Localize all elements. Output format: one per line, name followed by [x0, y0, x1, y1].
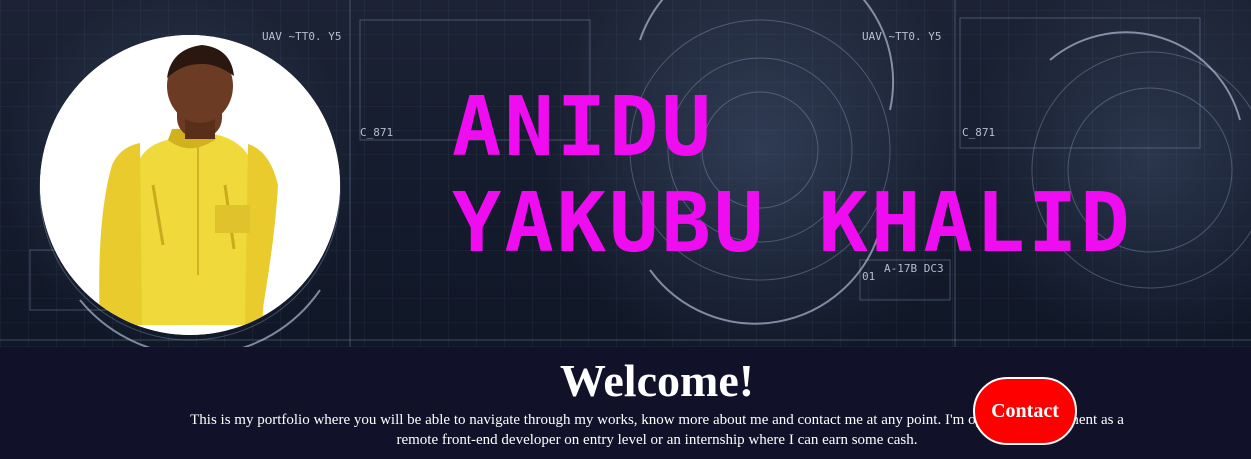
hero-banner: UAV ~TT0. Y5 C_871 A-17B DC3 01 UAV ~TT0…	[0, 0, 1251, 347]
profile-photo	[40, 35, 340, 335]
name-line-2: YAKUBU KHALID	[452, 176, 1133, 271]
hud-label-5: UAV ~TT0. Y5	[862, 30, 941, 43]
hud-label-2: C_871	[360, 126, 393, 139]
name-line-1: ANIDU	[452, 80, 714, 175]
profile-photo-image	[40, 35, 340, 335]
contact-button[interactable]: Contact	[973, 377, 1077, 445]
page-title: ANIDU YAKUBU KHALID	[452, 80, 1251, 272]
